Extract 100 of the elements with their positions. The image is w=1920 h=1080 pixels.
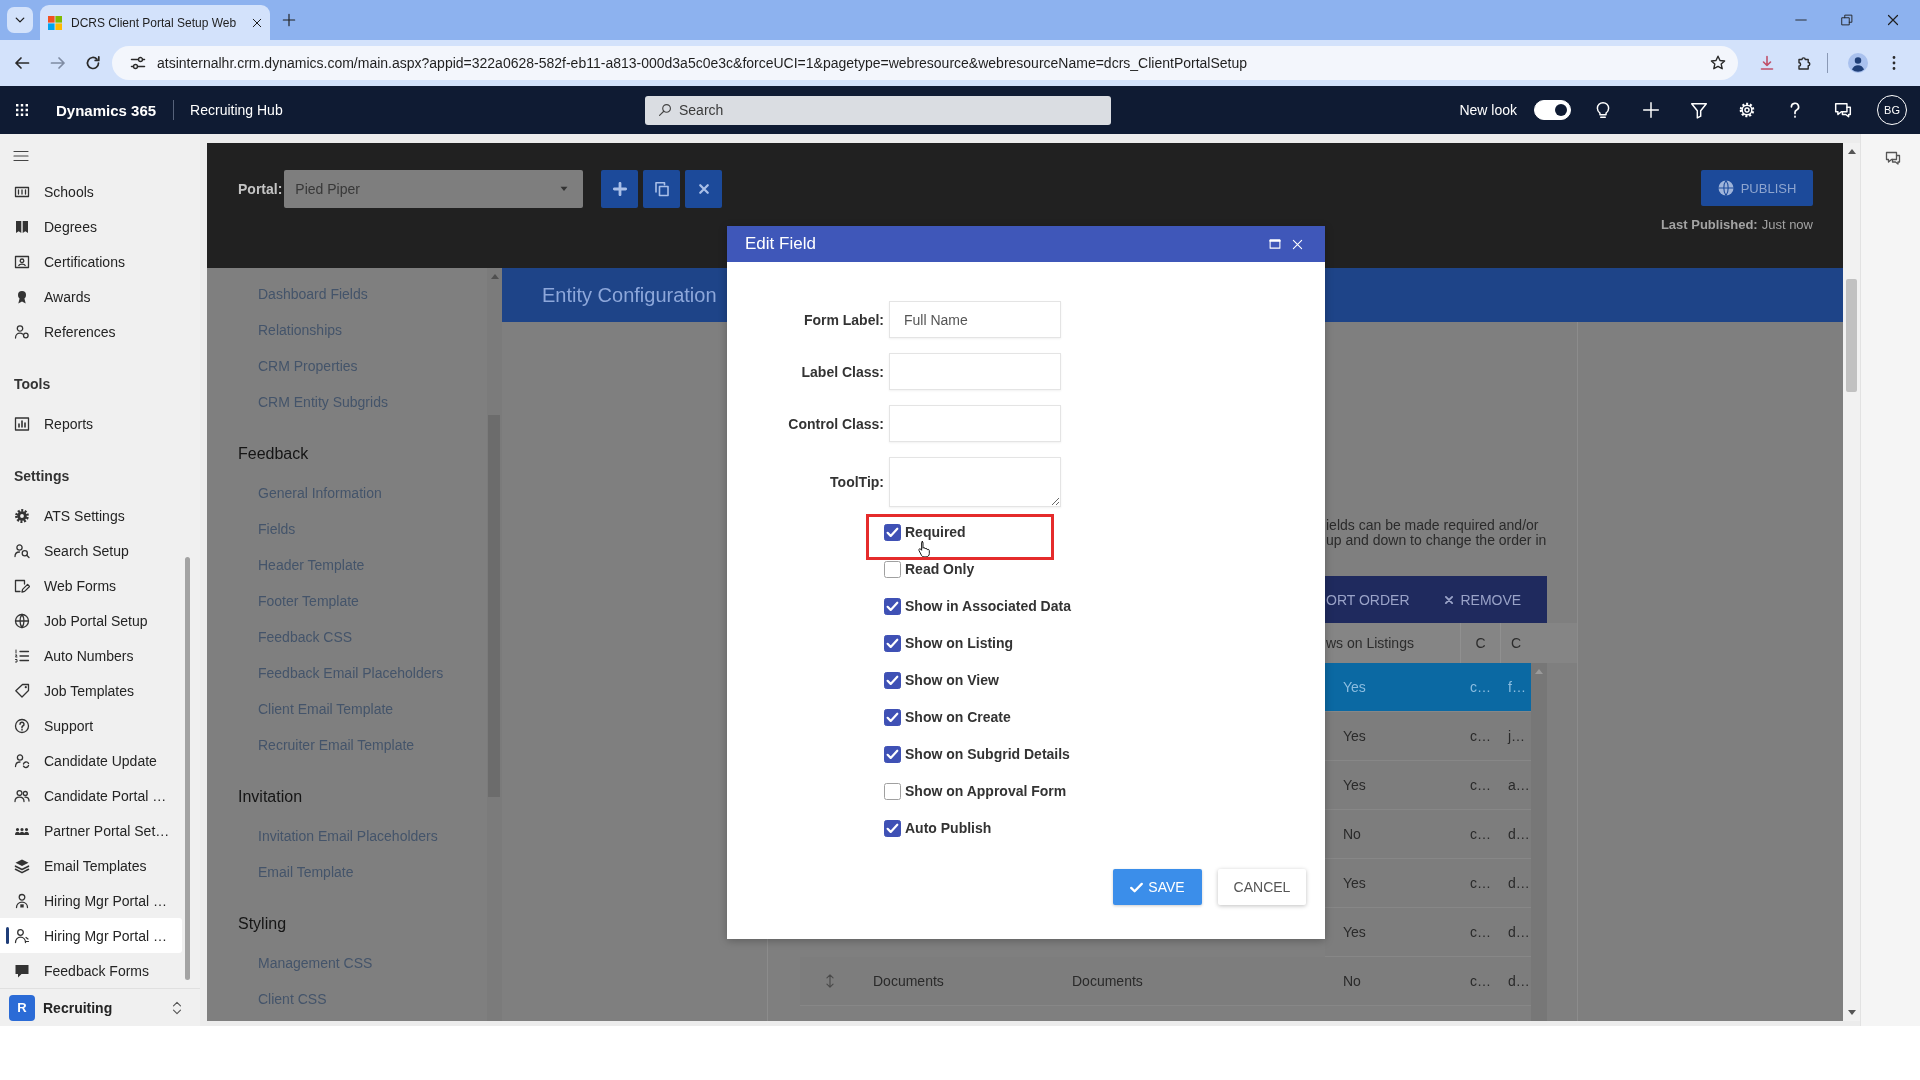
- checkbox[interactable]: [884, 819, 901, 837]
- table-cell-text: j…: [1506, 727, 1527, 746]
- back-arrow-icon[interactable]: [14, 55, 30, 71]
- text-field[interactable]: [889, 405, 1061, 442]
- checkbox[interactable]: [884, 597, 901, 615]
- puzzle-icon[interactable]: [1797, 55, 1813, 71]
- maximize-icon[interactable]: [1269, 238, 1281, 250]
- address-bar[interactable]: atsinternalhr.crm.dynamics.com/main.aspx?appid=322a0628-582f-eb11-a813-000d3a5c0e3c&forceUCI=1&pagetype=webresource&webresourceName=dcrs_ClientPortalSetup: [112, 46, 1738, 80]
- sidebar-item[interactable]: Certifications: [0, 244, 182, 279]
- checkbox[interactable]: [884, 708, 901, 726]
- sidebar-item[interactable]: Candidate Portal …: [0, 778, 182, 813]
- checkbox[interactable]: [884, 782, 901, 800]
- browser-tab[interactable]: DCRS Client Portal Setup Web: [40, 5, 270, 40]
- chat-icon[interactable]: [1885, 150, 1901, 166]
- area-switcher[interactable]: R Recruiting: [0, 988, 200, 1026]
- toggle-label: New look: [1459, 102, 1517, 118]
- menu-icon[interactable]: [13, 148, 29, 164]
- delete-button[interactable]: [685, 170, 723, 208]
- checkbox[interactable]: [884, 745, 901, 763]
- checkbox[interactable]: [884, 560, 901, 578]
- profile-icon[interactable]: [1848, 53, 1868, 73]
- restore-icon[interactable]: [1841, 14, 1853, 26]
- sidebar-item[interactable]: ATS Settings: [0, 498, 182, 533]
- save-button[interactable]: SAVE: [1113, 869, 1202, 905]
- search-field[interactable]: Search: [645, 95, 1111, 125]
- scrollbar[interactable]: [185, 557, 190, 980]
- tag-icon: [14, 682, 30, 699]
- scrollbar[interactable]: [1531, 663, 1547, 1021]
- sidebar-item[interactable]: Email Templates: [0, 848, 182, 883]
- add-button[interactable]: [601, 170, 639, 208]
- close-icon[interactable]: [252, 17, 262, 28]
- publish-button[interactable]: PUBLISH: [1701, 170, 1813, 206]
- star-icon[interactable]: [1710, 55, 1726, 71]
- text-field[interactable]: Full Name: [889, 301, 1061, 338]
- four-squares-icon: [47, 14, 63, 31]
- nav-section-title: Invitation: [238, 787, 303, 807]
- table-cell-text: c…: [1469, 678, 1492, 697]
- checkbox-label: Show in Associated Data: [905, 598, 1071, 614]
- text-field[interactable]: [889, 353, 1061, 390]
- table-cell-text: f…: [1507, 678, 1527, 697]
- sidebar-item[interactable]: Auto Numbers: [0, 638, 182, 673]
- checkbox[interactable]: [884, 523, 901, 541]
- nav-section-title: Feedback: [238, 444, 309, 464]
- cancel-button[interactable]: CANCEL: [1218, 869, 1306, 905]
- scrollbar[interactable]: [487, 268, 502, 1021]
- table-cell-text: d…: [1507, 874, 1531, 893]
- id-card-icon: [14, 253, 30, 270]
- checkbox-label: Show on Create: [905, 709, 1011, 725]
- sidebar-item[interactable]: Web Forms: [0, 568, 182, 603]
- checkbox-label: Show on Listing: [905, 635, 1014, 651]
- chat-icon[interactable]: [1834, 101, 1852, 119]
- settings-icon[interactable]: [1738, 101, 1756, 119]
- table-cell-text: Yes: [1342, 678, 1367, 697]
- portal-dropdown[interactable]: Pied Piper: [284, 170, 584, 208]
- download-icon[interactable]: [1759, 55, 1775, 71]
- app-area-name: Recruiting Hub: [190, 102, 283, 118]
- sidebar-item[interactable]: Support: [0, 708, 182, 743]
- toggle-switch[interactable]: [1534, 100, 1571, 120]
- sidebar-item[interactable]: Job Templates: [0, 673, 182, 708]
- sidebar-item[interactable]: References: [0, 314, 182, 349]
- waffle-menu-icon[interactable]: [14, 102, 30, 118]
- sidebar-item[interactable]: Feedback Forms: [0, 953, 182, 988]
- lightbulb-icon[interactable]: [1594, 101, 1612, 119]
- person-icon: [14, 927, 30, 944]
- chat-bubble-icon: [14, 962, 30, 979]
- sidebar-item[interactable]: Schools: [0, 174, 182, 209]
- sidebar-item[interactable]: Search Setup: [0, 533, 182, 568]
- sidebar-item[interactable]: Hiring Mgr Portal …: [0, 883, 182, 918]
- filter-icon[interactable]: [1690, 101, 1708, 119]
- close-icon[interactable]: [1887, 14, 1899, 26]
- up-down-chevron-icon: [170, 1000, 184, 1015]
- column-header[interactable]: ws on Listings: [1325, 623, 1460, 663]
- report-icon: [14, 415, 30, 432]
- forward-arrow-icon[interactable]: [50, 55, 66, 71]
- help-circle-icon: [14, 717, 30, 734]
- sidebar-item[interactable]: Candidate Update: [0, 743, 182, 778]
- sidebar-item[interactable]: Hiring Mgr Portal …: [0, 918, 182, 953]
- sort-handle-icon[interactable]: [823, 974, 837, 988]
- person-badge-icon: [14, 323, 30, 340]
- scrollbar[interactable]: [1843, 143, 1860, 1021]
- text-area-field[interactable]: [889, 457, 1061, 507]
- checkbox[interactable]: [884, 634, 901, 652]
- sidebar-item[interactable]: Reports: [0, 406, 182, 441]
- field-label: Form Label:: [803, 311, 884, 328]
- toolbar-button[interactable]: ORT ORDER: [1326, 591, 1410, 608]
- table-row[interactable]: Yes c… f…: [1325, 663, 1531, 712]
- app-name[interactable]: Dynamics 365: [56, 101, 157, 119]
- remove-button[interactable]: REMOVE: [1443, 591, 1522, 608]
- sidebar-item[interactable]: Job Portal Setup: [0, 603, 182, 638]
- sidebar-item[interactable]: Partner Portal Set…: [0, 813, 182, 848]
- checkbox[interactable]: [884, 671, 901, 689]
- table-cell-text: c…: [1469, 825, 1492, 844]
- sidebar-item[interactable]: Degrees: [0, 209, 182, 244]
- numbered-list-icon: [14, 647, 30, 664]
- sidebar-item[interactable]: Awards: [0, 279, 182, 314]
- reload-icon[interactable]: [85, 55, 101, 71]
- table-cell-text: Documents: [1071, 972, 1144, 991]
- tune-icon[interactable]: [130, 55, 146, 71]
- dialog-title: Edit Field: [745, 234, 816, 254]
- copy-button[interactable]: [643, 170, 681, 208]
